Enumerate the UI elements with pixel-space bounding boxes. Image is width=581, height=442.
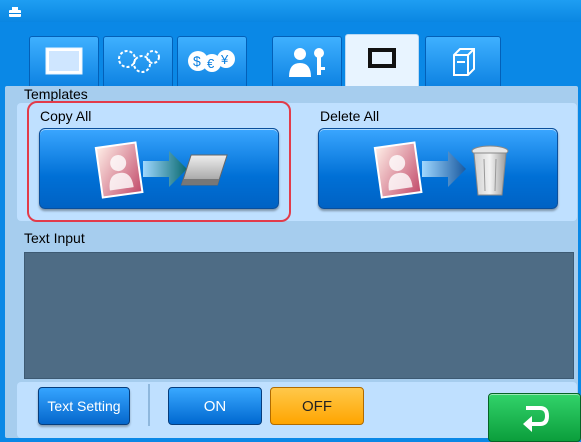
user-key-icon bbox=[287, 47, 327, 77]
tab-display[interactable] bbox=[29, 36, 99, 90]
delete-all-button[interactable] bbox=[318, 128, 558, 209]
tab-user-access[interactable] bbox=[272, 36, 342, 90]
copy-template-to-card-icon bbox=[94, 141, 228, 199]
off-button[interactable]: OFF bbox=[270, 387, 364, 425]
delete-all-label: Delete All bbox=[320, 108, 380, 124]
top-status-bar bbox=[0, 0, 581, 22]
tab-settings[interactable] bbox=[103, 36, 173, 90]
text-setting-button[interactable]: Text Setting bbox=[38, 387, 130, 425]
currency-icon: $ € ¥ bbox=[187, 47, 237, 75]
gears-icon bbox=[115, 47, 161, 75]
return-button[interactable] bbox=[488, 393, 581, 442]
device-icon bbox=[8, 5, 22, 23]
tab-bar: $ € ¥ bbox=[0, 22, 581, 90]
copy-all-button[interactable] bbox=[39, 128, 279, 209]
delete-template-to-trash-icon bbox=[373, 141, 509, 199]
text-input-field[interactable] bbox=[24, 252, 574, 379]
drawer-icon bbox=[450, 47, 476, 77]
on-button[interactable]: ON bbox=[168, 387, 262, 425]
return-arrow-icon bbox=[522, 406, 549, 432]
frame-icon bbox=[366, 45, 398, 71]
svg-text:€: € bbox=[207, 56, 215, 71]
tab-templates[interactable] bbox=[345, 34, 419, 90]
tab-storage[interactable] bbox=[425, 36, 501, 90]
svg-text:¥: ¥ bbox=[220, 52, 229, 67]
svg-text:$: $ bbox=[193, 53, 201, 69]
tab-accounting[interactable]: $ € ¥ bbox=[177, 36, 247, 90]
templates-section-label: Templates bbox=[24, 86, 88, 102]
screen-icon bbox=[45, 47, 83, 75]
divider bbox=[148, 384, 150, 426]
text-input-section-label: Text Input bbox=[24, 230, 85, 246]
